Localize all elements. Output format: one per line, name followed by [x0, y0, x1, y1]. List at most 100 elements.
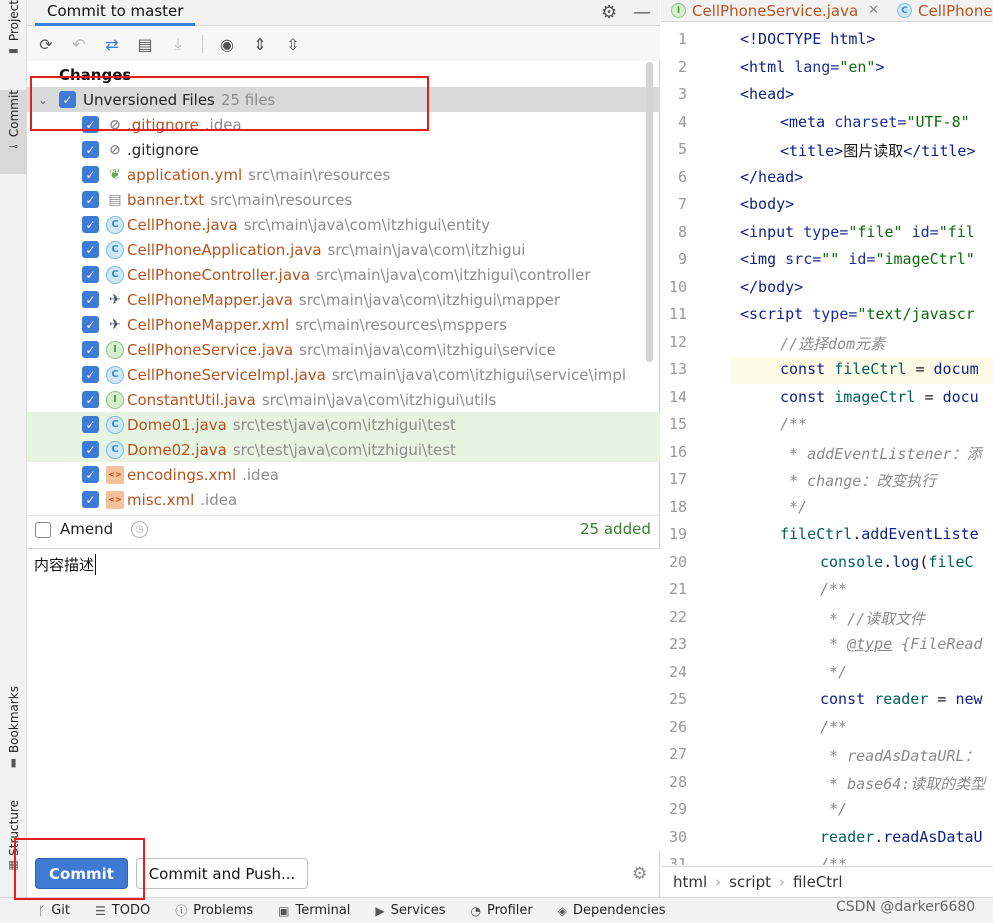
file-row[interactable]: ✓ C CellPhoneServiceImpl.java src\main\java…	[27, 362, 660, 387]
code-line: */	[820, 800, 848, 818]
left-tool-strip: Project ▬ Commit ⊸ Bookmarks ▮ Structure…	[0, 0, 27, 897]
file-name: banner.txt	[127, 190, 205, 209]
file-checkbox[interactable]: ✓	[82, 416, 99, 433]
file-checkbox[interactable]: ✓	[82, 141, 99, 158]
expand-all-icon[interactable]: ⇕	[249, 33, 271, 55]
code-line: /**	[820, 717, 848, 736]
show-diff-icon[interactable]: ⇄	[101, 33, 123, 55]
file-checkbox[interactable]: ✓	[82, 241, 99, 258]
file-name: application.yml	[127, 165, 243, 184]
file-checkbox[interactable]: ✓	[82, 366, 99, 383]
clock-icon[interactable]: ◷	[131, 521, 148, 538]
code-line: const fileCtrl = docum	[780, 360, 979, 378]
line-number: 3	[677, 85, 687, 103]
code-line: </body>	[740, 277, 804, 296]
breadcrumb-item[interactable]: html	[673, 873, 707, 891]
file-name: ConstantUtil.java	[127, 390, 256, 409]
commit-icon: ⊸	[8, 139, 19, 153]
code-line: <script type="text/javascr	[740, 305, 975, 323]
commit-panel-header: Commit to master ⚙ —	[27, 0, 660, 26]
file-row[interactable]: ✓ I ConstantUtil.java src\main\java\com\itz…	[27, 387, 660, 412]
todo-icon: ☰	[95, 903, 106, 918]
file-checkbox[interactable]: ✓	[82, 166, 99, 183]
file-row[interactable]: ✓ <> misc.xml .idea	[27, 487, 660, 512]
file-checkbox[interactable]: ✓	[82, 491, 99, 508]
dependencies-tool-button[interactable]: ◈ Dependencies	[558, 903, 666, 918]
services-icon: ▶	[375, 903, 385, 918]
minimize-icon[interactable]: —	[633, 2, 651, 23]
line-number: 18	[668, 497, 687, 516]
code-line: * base64:读取的类型	[820, 774, 986, 793]
file-path: src\main\java\com\itzhigui\entity	[243, 215, 491, 234]
line-number: 16	[668, 442, 687, 461]
commit-options-gear-icon[interactable]: ⚙	[632, 864, 647, 884]
project-tool-tab[interactable]: Project ▬	[0, 0, 27, 68]
amend-checkbox[interactable]	[35, 522, 51, 538]
file-checkbox[interactable]: ✓	[82, 466, 99, 483]
close-icon[interactable]: ✕	[868, 3, 879, 18]
todo-tool-button[interactable]: ☰ TODO	[95, 903, 150, 918]
file-row[interactable]: ✓ C Dome01.java src\test\java\com\itzhigui\…	[27, 412, 660, 437]
file-row[interactable]: ✓ ❦ application.yml src\main\resources	[27, 162, 660, 187]
breadcrumb: html › script › fileCtrl	[661, 866, 993, 897]
line-number: 9	[677, 250, 687, 268]
changelist-icon[interactable]: ▤	[134, 33, 156, 55]
code-line: <!DOCTYPE html>	[740, 30, 876, 48]
tree-scrollbar[interactable]	[646, 62, 653, 362]
code-line: <input type="file" id="fil	[740, 222, 975, 241]
file-name: CellPhoneMapper.xml	[127, 315, 290, 334]
editor-tab-second[interactable]: C CellPhoneS	[887, 0, 993, 21]
bookmarks-tool-tab[interactable]: Bookmarks ▮	[0, 686, 27, 778]
file-name: CellPhoneServiceImpl.java	[127, 365, 326, 384]
file-row[interactable]: ✓ C CellPhoneController.java src\main\java\…	[27, 262, 660, 287]
watermark: CSDN @darker6680	[836, 899, 976, 915]
file-checkbox[interactable]: ✓	[82, 391, 99, 408]
code-editor[interactable]: 1 2 3 4 5 6 7 8 9 10 11 12 13 14 15 16 17 18 19 20 21 22 23 24 2…	[661, 23, 993, 865]
code-line: const imageCtrl = docu	[780, 387, 979, 406]
terminal-tool-button[interactable]: ▣ Terminal	[278, 903, 350, 918]
refresh-icon[interactable]: ⟳	[35, 33, 57, 55]
file-row[interactable]: ✓ ✈ CellPhoneMapper.java src\main\java\com\…	[27, 287, 660, 312]
file-row[interactable]: ✓ <> encodings.xml .idea	[27, 462, 660, 487]
file-checkbox[interactable]: ✓	[82, 441, 99, 458]
collapse-all-icon[interactable]: ⇳	[282, 33, 304, 55]
problems-tool-button[interactable]: ⓘ Problems	[175, 902, 253, 919]
file-checkbox[interactable]: ✓	[82, 191, 99, 208]
line-number: 22	[668, 607, 687, 626]
line-number: 7	[677, 195, 687, 213]
editor-tabs: I CellPhoneService.java ✕ C CellPhoneS	[661, 0, 993, 22]
shelve-icon[interactable]: ⤓	[167, 33, 189, 55]
status-label: Profiler	[486, 903, 533, 918]
commit-and-push-button[interactable]: Commit and Push...	[136, 858, 308, 889]
file-path: src\main\java\com\itzhigui\service	[299, 340, 556, 359]
file-checkbox[interactable]: ✓	[82, 216, 99, 233]
file-checkbox[interactable]: ✓	[82, 341, 99, 358]
editor-tab-service[interactable]: I CellPhoneService.java ✕	[661, 0, 887, 21]
file-row[interactable]: ✓ I CellPhoneService.java src\main\java\com…	[27, 337, 660, 362]
file-row[interactable]: ✓ C CellPhoneApplication.java src\main\java…	[27, 237, 660, 262]
amend-label[interactable]: Amend	[60, 520, 113, 538]
java-class-icon: C	[106, 415, 124, 434]
view-options-icon[interactable]: ◉	[216, 33, 238, 55]
file-checkbox[interactable]: ✓	[82, 316, 99, 333]
gear-icon[interactable]: ⚙	[601, 2, 617, 23]
breadcrumb-item[interactable]: script	[729, 873, 771, 891]
file-row[interactable]: ✓ ⊘ .gitignore	[27, 137, 660, 162]
commit-to-master-tab[interactable]: Commit to master	[35, 0, 196, 26]
file-row[interactable]: ✓ C CellPhone.java src\main\java\com\itzhig…	[27, 212, 660, 237]
commit-tool-tab[interactable]: Commit ⊸	[0, 90, 27, 174]
services-tool-button[interactable]: ▶ Services	[375, 903, 445, 918]
git-icon: ᚴ	[38, 903, 46, 918]
git-tool-button[interactable]: ᚴ Git	[38, 903, 70, 918]
breadcrumb-item[interactable]: fileCtrl	[793, 873, 843, 891]
file-row[interactable]: ✓ C Dome02.java src\test\java\com\itzhigui\…	[27, 437, 660, 462]
commit-message-field[interactable]: 内容描述	[27, 548, 660, 850]
file-row[interactable]: ✓ ▤ banner.txt src\main\resources	[27, 187, 660, 212]
file-checkbox[interactable]: ✓	[82, 266, 99, 283]
line-number: 13	[668, 360, 687, 378]
profiler-tool-button[interactable]: ◔ Profiler	[470, 903, 532, 918]
commit-message-text: 内容描述	[34, 554, 97, 575]
file-row[interactable]: ✓ ✈ CellPhoneMapper.xml src\main\resources\…	[27, 312, 660, 337]
file-checkbox[interactable]: ✓	[82, 291, 99, 308]
rollback-icon[interactable]: ↶	[68, 33, 90, 55]
